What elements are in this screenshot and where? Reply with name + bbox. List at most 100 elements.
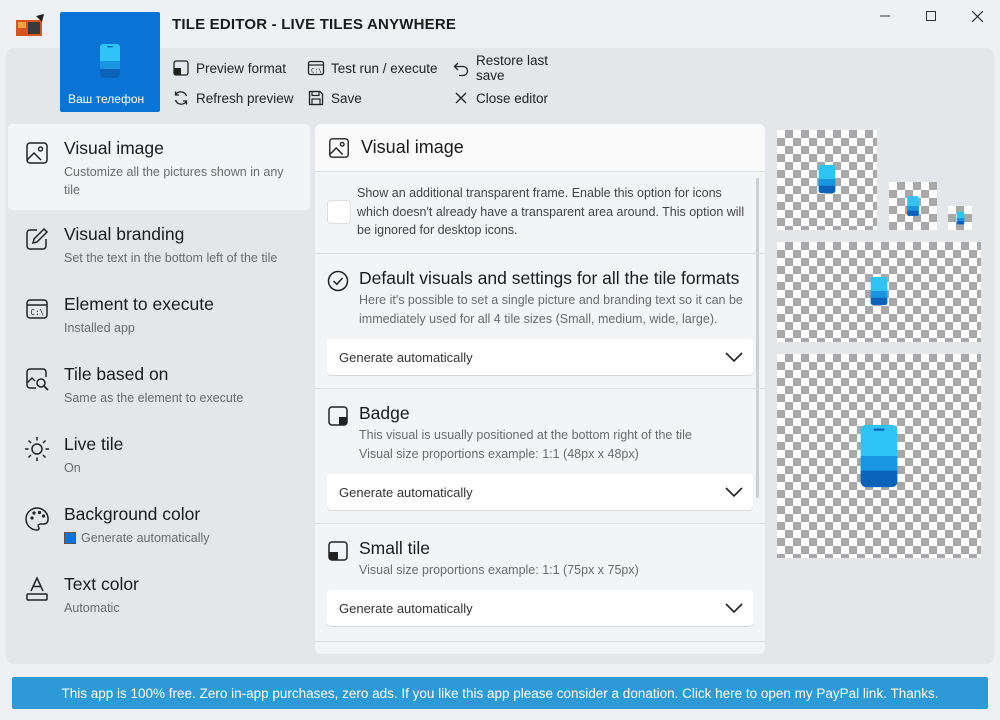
transparent-frame-section: Show an additional transparent frame. En… <box>315 172 765 254</box>
sidebar-item-subtitle: Automatic <box>64 601 120 615</box>
chevron-down-icon <box>725 352 743 363</box>
sidebar: Visual image Customize all the pictures … <box>8 124 310 630</box>
dropdown-value: Generate automatically <box>339 349 473 365</box>
large-tile-preview <box>777 354 981 558</box>
sidebar-item-text-color[interactable]: Text color Automatic <box>8 560 310 630</box>
minimize-button[interactable] <box>862 4 908 28</box>
app-logo-icon <box>16 14 44 36</box>
tile-label: Ваш телефон <box>68 92 145 106</box>
background-color-value: Generate automatically <box>81 531 210 545</box>
image-icon <box>329 137 349 158</box>
close-icon <box>971 10 983 22</box>
badge-title: Badge <box>359 403 410 423</box>
sidebar-item-subtitle: Generate automatically <box>64 529 310 547</box>
svg-text:C:\: C:\ <box>31 308 45 317</box>
sidebar-item-title: Visual branding <box>64 224 185 244</box>
sidebar-item-background-color[interactable]: Background color Generate automatically <box>8 490 310 560</box>
panel-header: Visual image <box>315 124 765 172</box>
close-editor-label: Close editor <box>476 90 549 106</box>
sidebar-item-title: Background color <box>64 504 201 524</box>
sidebar-item-subtitle: Same as the element to execute <box>64 391 244 405</box>
panel-title: Visual image <box>361 137 464 157</box>
phone-icon <box>818 164 836 194</box>
phone-icon <box>100 44 120 78</box>
small-tile-title: Small tile <box>359 538 430 558</box>
default-visuals-section: Default visuals and settings for all the… <box>315 254 765 389</box>
sidebar-item-visual-image[interactable]: Visual image Customize all the pictures … <box>8 124 310 210</box>
tile-preview: Ваш телефон <box>60 12 160 112</box>
window-title: TILE EDITOR - LIVE TILES ANYWHERE <box>172 16 457 33</box>
maximize-icon <box>926 11 936 21</box>
donation-banner[interactable]: This app is 100% free. Zero in-app purch… <box>12 677 988 709</box>
brightness-icon <box>25 437 49 461</box>
sidebar-item-subtitle: On <box>64 461 81 475</box>
sidebar-item-live-tile[interactable]: Live tile On <box>8 420 310 490</box>
chevron-down-icon <box>725 487 743 498</box>
preview-format-button[interactable]: Preview format <box>168 54 303 82</box>
badge-description: This visual is usually positioned at the… <box>359 428 692 442</box>
refresh-preview-button[interactable]: Refresh preview <box>168 84 303 112</box>
refresh-label: Refresh preview <box>196 90 294 106</box>
minimize-icon <box>880 15 890 17</box>
save-icon <box>308 90 324 106</box>
medium-tile-preview <box>777 130 877 230</box>
badge-section: Badge This visual is usually positioned … <box>315 389 765 524</box>
transparent-frame-description: Show an additional transparent frame. En… <box>357 186 745 237</box>
default-visuals-dropdown[interactable]: Generate automatically <box>327 339 753 375</box>
badge-dropdown[interactable]: Generate automatically <box>327 474 753 510</box>
small-tile-icon <box>328 541 348 561</box>
terminal-icon: C:\ <box>26 299 48 319</box>
sidebar-item-subtitle: Set the text in the bottom left of the t… <box>64 251 278 265</box>
small-tile-dropdown[interactable]: Generate automatically <box>327 590 753 626</box>
search-image-icon <box>26 368 49 391</box>
restore-label: Restore last save <box>476 53 549 83</box>
palette-icon <box>25 507 49 531</box>
image-icon <box>26 142 48 164</box>
close-window-button[interactable] <box>954 4 1000 28</box>
sidebar-item-tile-based-on[interactable]: Tile based on Same as the element to exe… <box>8 350 310 420</box>
visual-image-panel: Visual image Show an additional transpar… <box>315 124 765 654</box>
sidebar-item-element-to-execute[interactable]: C:\ Element to execute Installed app <box>8 280 310 350</box>
toolbar: Preview format C:\ Test run / execute Re… <box>168 53 578 114</box>
dropdown-value: Generate automatically <box>339 600 473 616</box>
terminal-icon: C:\ <box>307 60 325 76</box>
sidebar-item-title: Element to execute <box>64 294 214 314</box>
badge-icon <box>328 406 348 426</box>
test-run-label: Test run / execute <box>331 60 438 76</box>
default-visuals-title: Default visuals and settings for all the… <box>359 268 740 288</box>
sidebar-item-title: Tile based on <box>64 364 169 384</box>
check-circle-icon <box>327 270 349 292</box>
transparent-frame-checkbox[interactable] <box>327 200 351 224</box>
sidebar-item-title: Visual image <box>64 138 164 158</box>
close-editor-button[interactable]: Close editor <box>448 84 578 112</box>
small-tile-preview <box>948 206 972 230</box>
dropdown-value: Generate automatically <box>339 484 473 500</box>
phone-icon <box>956 211 965 225</box>
sidebar-item-title: Text color <box>64 574 139 594</box>
maximize-button[interactable] <box>908 4 954 28</box>
tile-format-icon <box>173 60 189 76</box>
undo-icon <box>453 62 469 77</box>
phone-icon <box>860 424 898 488</box>
edit-icon <box>26 227 49 250</box>
wide-tile-preview <box>777 242 981 342</box>
sidebar-item-title: Live tile <box>64 434 124 454</box>
color-swatch <box>64 532 76 544</box>
small-tile-section: Small tile Visual size proportions examp… <box>315 524 765 642</box>
sidebar-item-subtitle: Installed app <box>64 321 135 335</box>
phone-icon <box>907 196 919 216</box>
phone-icon <box>870 276 888 306</box>
preview-format-label: Preview format <box>196 60 287 76</box>
svg-text:C:\: C:\ <box>311 68 322 75</box>
test-run-button[interactable]: C:\ Test run / execute <box>303 54 448 82</box>
close-icon <box>455 92 467 104</box>
restore-button[interactable]: Restore last save <box>448 53 578 83</box>
small-tile-size-info: Visual size proportions example: 1:1 (75… <box>359 563 639 577</box>
refresh-icon <box>174 91 188 105</box>
sidebar-item-subtitle: Customize all the pictures shown in any … <box>64 165 284 197</box>
default-visuals-description: Here it's possible to set a single pictu… <box>359 293 743 326</box>
save-button[interactable]: Save <box>303 84 448 112</box>
sidebar-item-visual-branding[interactable]: Visual branding Set the text in the bott… <box>8 210 310 280</box>
badge-size-info: Visual size proportions example: 1:1 (48… <box>359 447 639 461</box>
badge-preview <box>889 182 937 230</box>
